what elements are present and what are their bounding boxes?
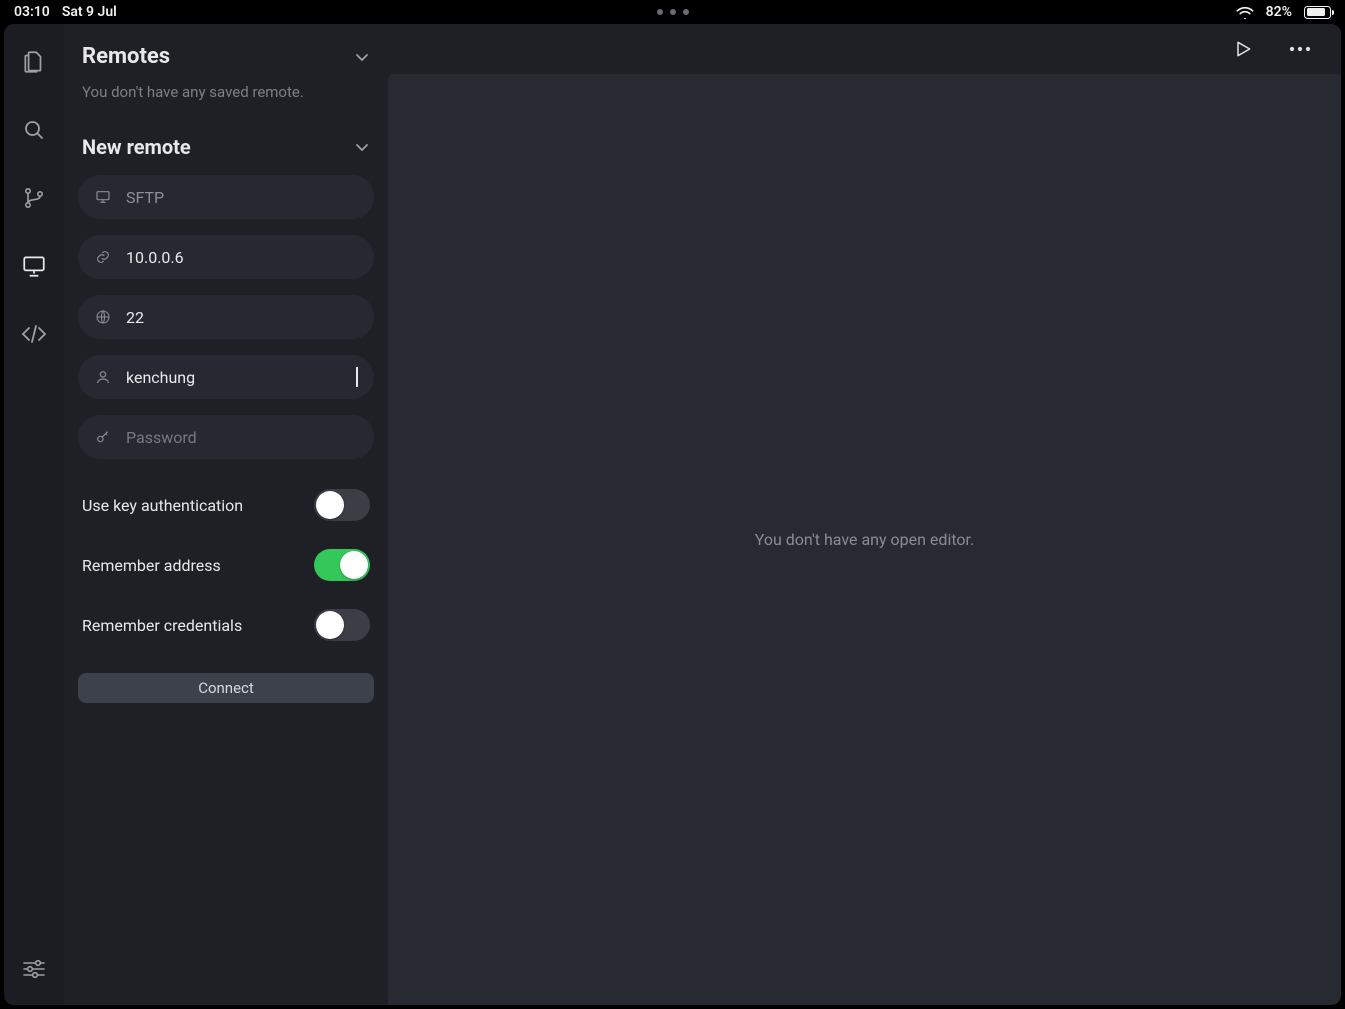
settings-sliders-icon[interactable] [20,955,48,983]
multitask-dots[interactable] [657,9,689,15]
search-icon[interactable] [20,116,48,144]
username-field-wrap [78,355,374,399]
new-remote-section-header[interactable]: New remote [78,127,374,165]
text-cursor [356,367,358,387]
remotes-panel: Remotes You don't have any saved remote.… [64,24,388,1005]
connect-button[interactable]: Connect [78,673,374,703]
editor-toolbar [388,24,1341,74]
new-remote-title: New remote [82,135,191,159]
user-icon [94,369,112,385]
status-bar: 03:10 Sat 9 Jul 82% [0,0,1345,24]
link-icon [94,249,112,265]
toggle-key-auth-label: Use key authentication [82,496,243,515]
wifi-icon [1236,6,1254,19]
toggle-remember-address-row: Remember address [78,535,374,595]
toggle-remember-credentials-row: Remember credentials [78,595,374,655]
host-input[interactable] [126,248,358,267]
toggle-key-auth[interactable] [314,489,370,521]
editor-region: You don't have any open editor. [388,24,1341,1005]
activity-bar [4,24,64,1005]
toggle-remember-credentials-label: Remember credentials [82,616,242,635]
branch-icon[interactable] [20,184,48,212]
password-input[interactable] [126,428,358,447]
files-icon[interactable] [20,48,48,76]
status-time: 03:10 [14,4,50,20]
battery-percent: 82% [1266,4,1292,20]
toggle-remember-address[interactable] [314,549,370,581]
password-field-wrap [78,415,374,459]
remotes-section-header[interactable]: Remotes [78,36,374,75]
status-date: Sat 9 Jul [62,4,117,20]
remotes-title: Remotes [82,44,170,69]
editor-empty-message: You don't have any open editor. [755,530,974,549]
protocol-select[interactable]: SFTP [78,175,374,219]
username-input[interactable] [126,368,354,387]
host-field-wrap [78,235,374,279]
remote-icon[interactable] [20,252,48,280]
chevron-down-icon[interactable] [354,49,370,65]
app-window: Remotes You don't have any saved remote.… [4,24,1341,1005]
more-icon[interactable] [1289,46,1311,52]
battery-fill [1307,8,1325,16]
toggle-key-auth-row: Use key authentication [78,475,374,535]
run-icon[interactable] [1233,39,1253,59]
monitor-icon [94,189,112,205]
remotes-empty-hint: You don't have any saved remote. [78,77,374,127]
connect-button-label: Connect [198,679,254,697]
battery-icon [1304,6,1331,19]
protocol-value: SFTP [126,188,358,207]
port-input[interactable] [126,308,358,327]
code-icon[interactable] [20,320,48,348]
toggle-remember-address-label: Remember address [82,556,221,575]
chevron-down-icon[interactable] [354,139,370,155]
port-field-wrap [78,295,374,339]
globe-icon [94,309,112,325]
editor-body: You don't have any open editor. [388,74,1341,1005]
key-icon [94,429,112,445]
toggle-remember-credentials[interactable] [314,609,370,641]
